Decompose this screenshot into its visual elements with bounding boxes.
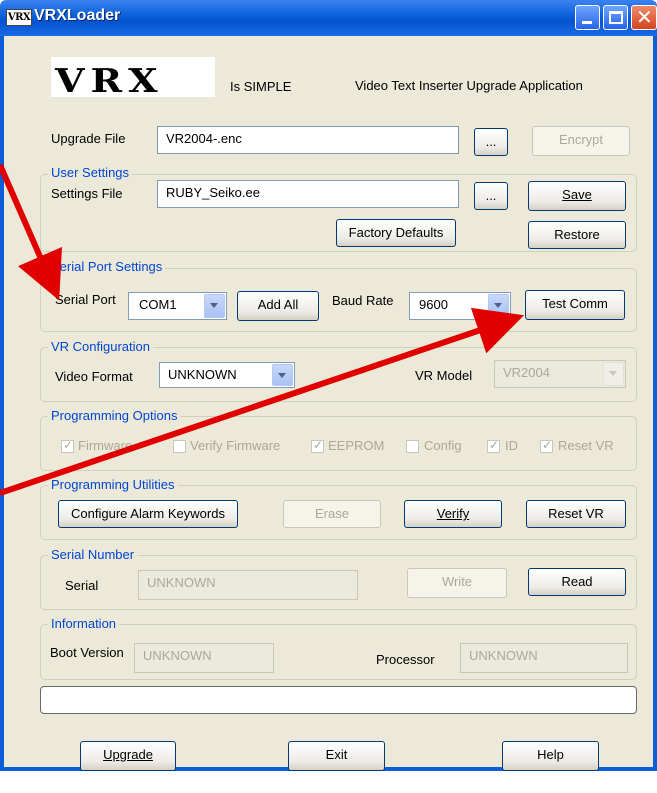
annotation-overlay xyxy=(0,163,525,496)
annotation-arrow-serial-port xyxy=(0,163,62,301)
annotation-arrow-test-comm xyxy=(0,307,525,496)
vrxloader-window: VRX VRXLoader ✕ VRX Is SIMPLE Video Text… xyxy=(0,0,657,793)
